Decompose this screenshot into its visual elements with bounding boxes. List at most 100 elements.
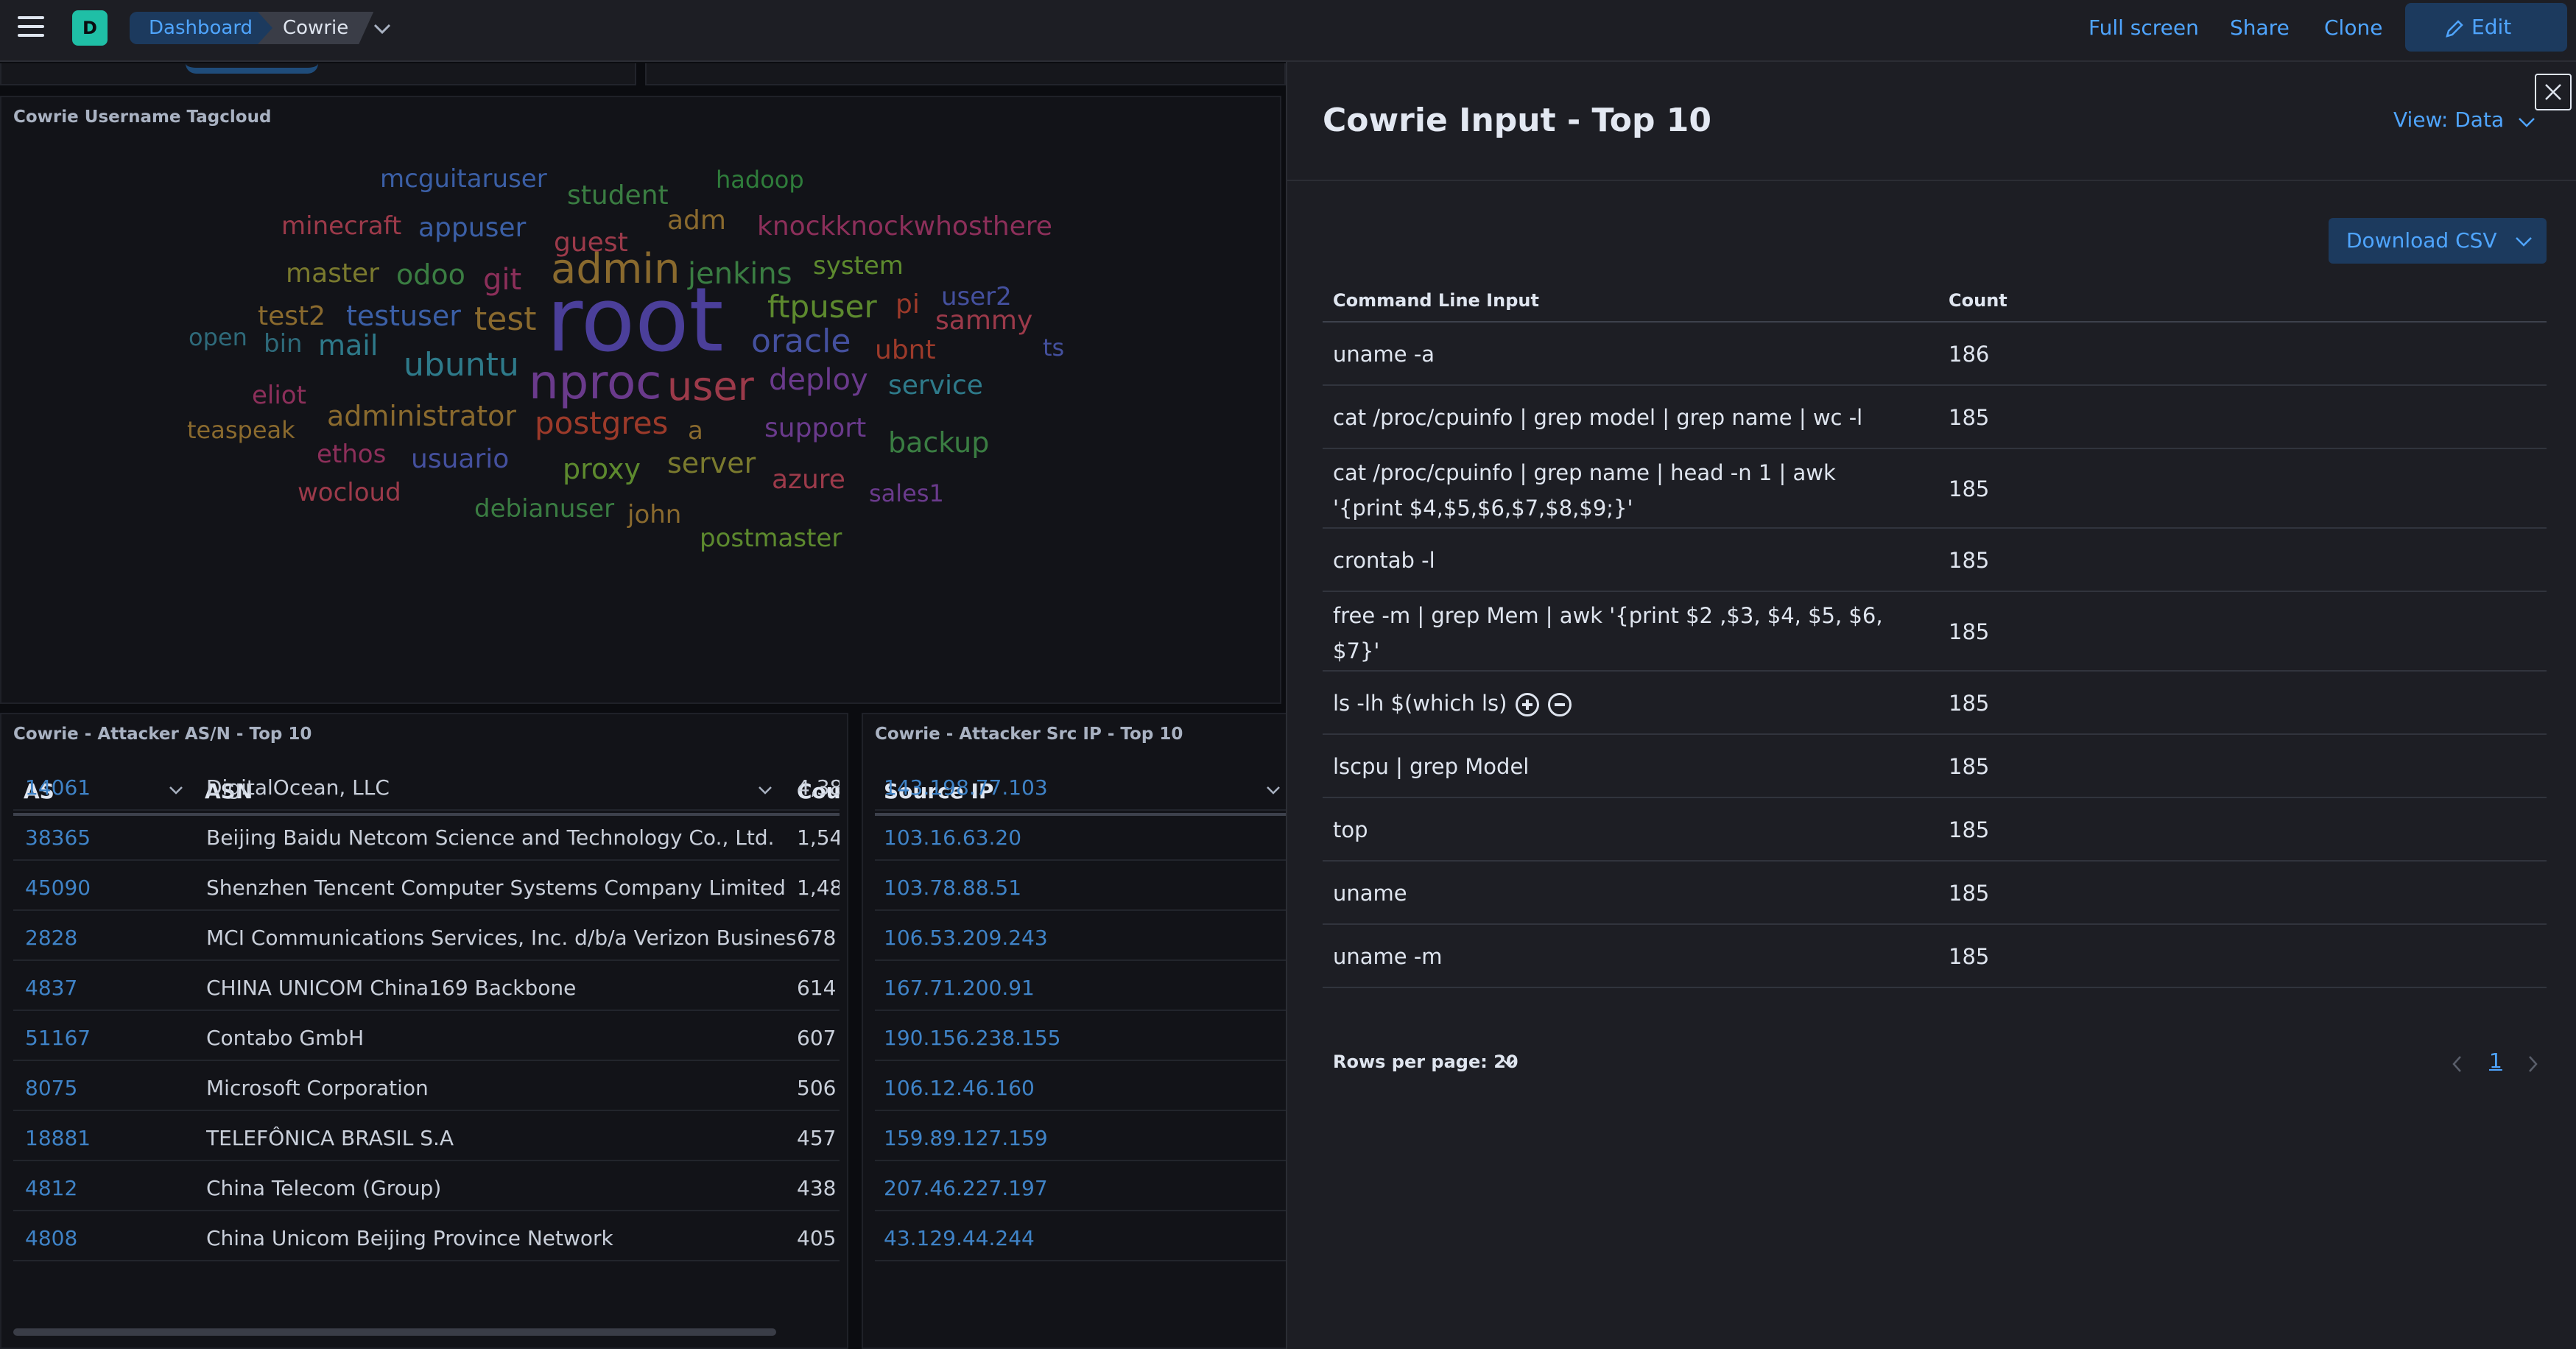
tagcloud-word[interactable]: root (546, 277, 724, 365)
source-ip-link[interactable]: 103.16.63.20 (884, 825, 1021, 850)
chevron-right-icon[interactable] (2524, 1053, 2541, 1075)
as-number-link[interactable]: 14061 (25, 775, 91, 800)
tagcloud-word[interactable]: minecraft (281, 214, 401, 239)
source-ip-link[interactable]: 143.198.77.103 (884, 775, 1048, 800)
clone-link[interactable]: Clone (2324, 13, 2382, 43)
as-number-link[interactable]: 4808 (25, 1226, 77, 1250)
breadcrumb-dashboard[interactable]: Dashboard (130, 12, 279, 44)
chevron-down-icon[interactable] (1501, 1057, 1517, 1069)
tagcloud-word[interactable]: service (888, 373, 983, 399)
tagcloud-word[interactable]: user (667, 367, 754, 406)
tagcloud-word[interactable]: nproc (529, 359, 661, 406)
tagcloud-word[interactable]: azure (772, 467, 845, 493)
filter-out-value-icon[interactable] (1548, 693, 1572, 716)
tagcloud-word[interactable]: john (627, 502, 681, 527)
as-number-link[interactable]: 2828 (25, 926, 77, 950)
tagcloud-word[interactable]: student (567, 183, 669, 209)
table-row: 4808 China Unicom Beijing Province Networ… (13, 1211, 840, 1261)
source-ip-link[interactable]: 159.89.127.159 (884, 1126, 1048, 1150)
tagcloud-word[interactable]: knockknockwhosthere (757, 214, 1052, 240)
tagcloud-word[interactable]: backup (888, 429, 989, 457)
ip-table-panel: Cowrie - Attacker Src IP - Top 10 Source… (862, 713, 1286, 1349)
tagcloud-word[interactable]: mail (318, 331, 378, 359)
tagcloud-word[interactable]: ftpuser (767, 292, 877, 323)
tagcloud-word[interactable]: a (688, 418, 703, 443)
command-input-text: uname -m (1333, 944, 1443, 969)
as-number-link[interactable]: 51167 (25, 1026, 91, 1050)
filter-for-value-icon[interactable] (1516, 693, 1540, 716)
col-count[interactable]: Count (1949, 290, 2007, 311)
tagcloud-word[interactable]: ubnt (875, 337, 936, 364)
tagcloud-word[interactable]: ethos (317, 442, 386, 467)
tagcloud-word[interactable]: test2 (258, 303, 325, 330)
tagcloud-word[interactable]: postgres (535, 408, 668, 439)
as-number-link[interactable]: 4812 (25, 1176, 77, 1200)
tagcloud-word[interactable]: eliot (252, 383, 306, 408)
rows-per-page-selector[interactable]: Rows per page: 20 (1333, 1052, 1518, 1072)
table-row: 190.156.238.155 (875, 1011, 1286, 1061)
tagcloud-word[interactable]: master (286, 261, 379, 287)
source-ip-link[interactable]: 43.129.44.244 (884, 1226, 1035, 1250)
asn-count: 614 (797, 976, 837, 1000)
source-ip-link[interactable]: 106.53.209.243 (884, 926, 1048, 950)
as-number-link[interactable]: 18881 (25, 1126, 91, 1150)
col-command-line-input[interactable]: Command Line Input (1333, 290, 1539, 311)
edit-button[interactable]: Edit (2405, 3, 2567, 52)
command-input-text: uname (1333, 881, 1407, 906)
tagcloud-word[interactable]: odoo (396, 261, 465, 289)
as-number-link[interactable]: 8075 (25, 1076, 77, 1100)
source-ip-link[interactable]: 103.78.88.51 (884, 876, 1021, 900)
tagcloud-word[interactable]: postmaster (700, 526, 842, 551)
tagcloud-word[interactable]: system (813, 253, 904, 278)
tagcloud-word[interactable]: usuario (411, 446, 509, 473)
chevron-down-icon[interactable] (370, 16, 394, 40)
tagcloud-word[interactable]: ubuntu (404, 349, 519, 381)
tagcloud-word[interactable]: proxy (563, 455, 641, 483)
tagcloud-word[interactable]: sales1 (869, 482, 944, 505)
tagcloud-word[interactable]: appuser (418, 215, 526, 242)
tagcloud-word[interactable]: teaspeak (187, 418, 295, 442)
command-input-text: cat /proc/cpuinfo | grep name | head -n … (1333, 460, 1836, 521)
chevron-left-icon[interactable] (2449, 1053, 2466, 1075)
page-number-current[interactable]: 1 (2489, 1049, 2502, 1073)
command-input-text: ls -lh $(which ls) (1333, 691, 1507, 716)
tagcloud-word[interactable]: administrator (327, 402, 516, 430)
source-ip-link[interactable]: 207.46.227.197 (884, 1176, 1048, 1200)
as-number-link[interactable]: 45090 (25, 876, 91, 900)
as-number-link[interactable]: 38365 (25, 825, 91, 850)
tagcloud-word[interactable]: git (483, 265, 521, 295)
chevron-down-icon[interactable] (2517, 115, 2536, 130)
asn-name: Beijing Baidu Netcom Science and Technol… (206, 825, 775, 850)
tagcloud-word[interactable]: debianuser (474, 496, 614, 521)
tagcloud-word[interactable]: ts (1043, 336, 1064, 359)
tagcloud-word[interactable]: pi (895, 292, 920, 318)
tagcloud-word[interactable]: adm (667, 208, 726, 234)
tagcloud-word[interactable]: bin (264, 331, 303, 356)
share-link[interactable]: Share (2230, 13, 2290, 43)
full-screen-link[interactable]: Full screen (2088, 13, 2199, 43)
tagcloud-word[interactable]: wocloud (298, 480, 401, 505)
tagcloud-word[interactable]: test (474, 303, 537, 336)
source-ip-link[interactable]: 190.156.238.155 (884, 1026, 1060, 1050)
source-ip-link[interactable]: 167.71.200.91 (884, 976, 1035, 1000)
space-avatar[interactable]: D (72, 10, 108, 46)
tagcloud-word[interactable]: hadoop (716, 168, 804, 191)
table-row: cat /proc/cpuinfo | grep name | head -n … (1323, 449, 2547, 529)
download-csv-button[interactable]: Download CSV (2329, 218, 2547, 264)
tagcloud-word[interactable]: oracle (751, 325, 851, 358)
table-row: 8075 Microsoft Corporation 506 (13, 1061, 840, 1111)
tagcloud-word[interactable]: open (189, 325, 247, 349)
as-number-link[interactable]: 4837 (25, 976, 77, 1000)
table-row: 4837 CHINA UNICOM China169 Backbone 614 (13, 961, 840, 1011)
tagcloud-word[interactable]: mcguitaruser (380, 166, 547, 191)
view-data-selector[interactable]: View: Data (2393, 108, 2504, 132)
tagcloud-word[interactable]: sammy (935, 308, 1032, 334)
source-ip-link[interactable]: 106.12.46.160 (884, 1076, 1035, 1100)
tagcloud-word[interactable]: server (667, 449, 756, 477)
menu-icon[interactable] (18, 16, 44, 38)
tagcloud-word[interactable]: support (764, 415, 866, 442)
tagcloud-word[interactable]: deploy (769, 365, 868, 395)
tagcloud-word[interactable]: testuser (346, 302, 461, 330)
horizontal-scrollbar[interactable] (13, 1328, 776, 1336)
close-button[interactable] (2535, 74, 2572, 110)
